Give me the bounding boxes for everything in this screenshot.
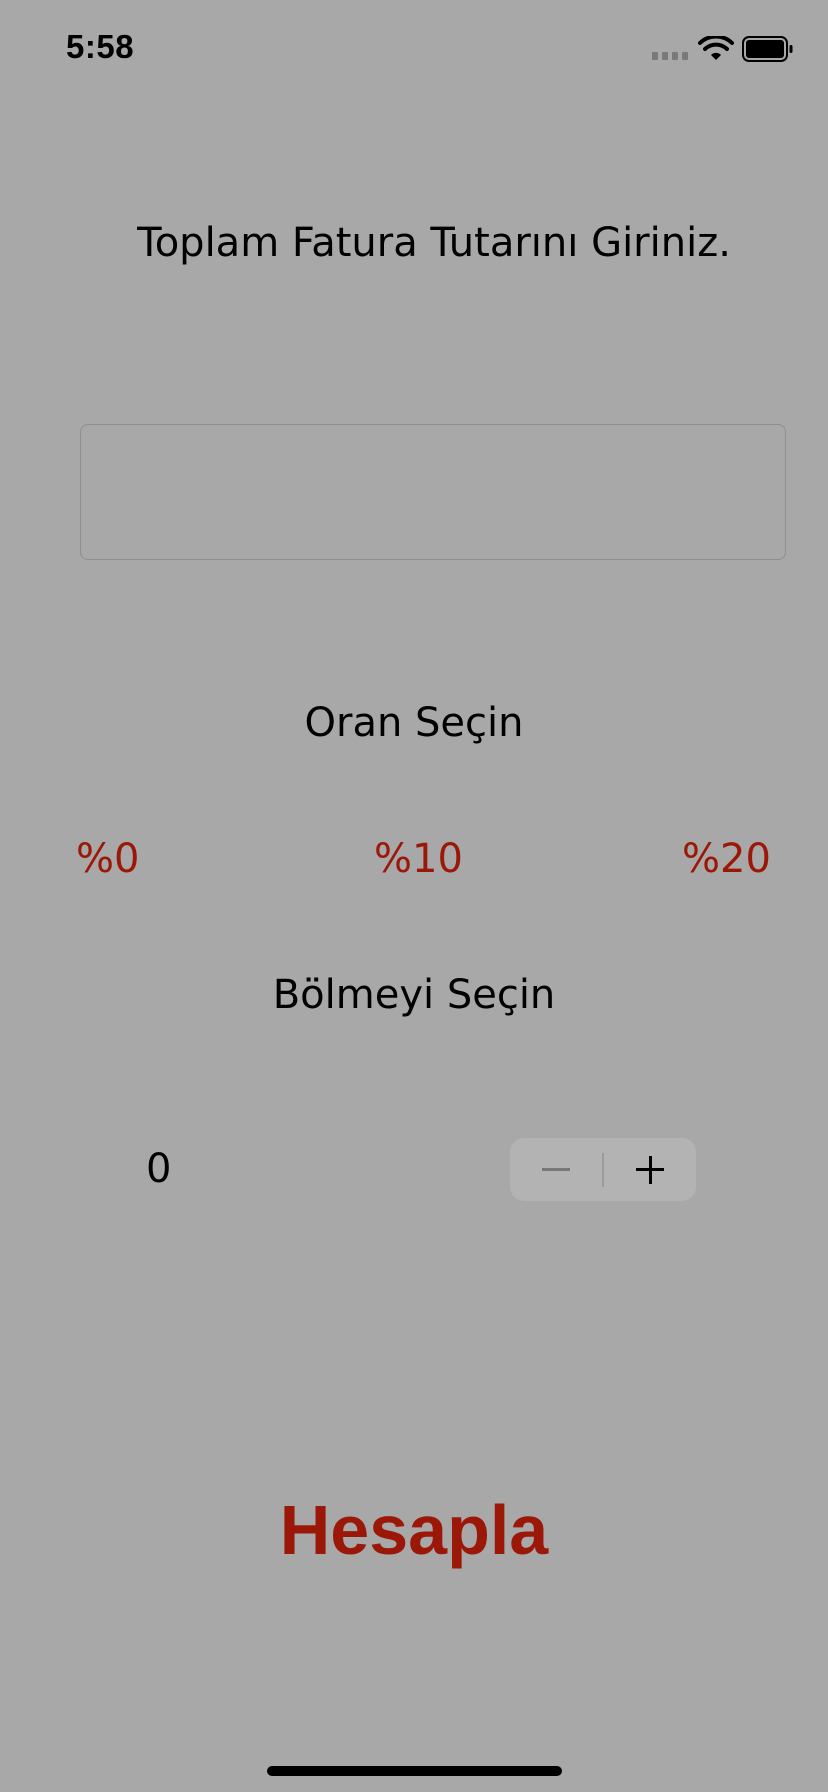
- split-stepper: [510, 1138, 696, 1201]
- wifi-icon: [698, 36, 734, 60]
- split-title: Bölmeyi Seçin: [272, 972, 556, 1018]
- split-count-value: 0: [146, 1146, 172, 1192]
- stepper-decrement-button[interactable]: [510, 1138, 602, 1201]
- battery-icon: [742, 36, 793, 62]
- bill-amount-input[interactable]: [80, 424, 786, 560]
- plus-icon: [636, 1155, 664, 1184]
- cellular-signal-icon: [652, 52, 690, 62]
- amount-instruction-label: Toplam Fatura Tutarını Giriniz.: [137, 220, 731, 266]
- minus-icon: [542, 1168, 570, 1171]
- rate-option-10[interactable]: %10: [374, 836, 463, 882]
- rate-option-0[interactable]: %0: [76, 836, 139, 882]
- status-time: 5:58: [66, 28, 135, 65]
- stepper-increment-button[interactable]: [604, 1138, 696, 1201]
- rate-option-20[interactable]: %20: [682, 836, 771, 882]
- calculate-button[interactable]: Hesapla: [0, 1490, 828, 1570]
- rate-title: Oran Seçin: [304, 700, 524, 746]
- home-indicator: [267, 1766, 562, 1776]
